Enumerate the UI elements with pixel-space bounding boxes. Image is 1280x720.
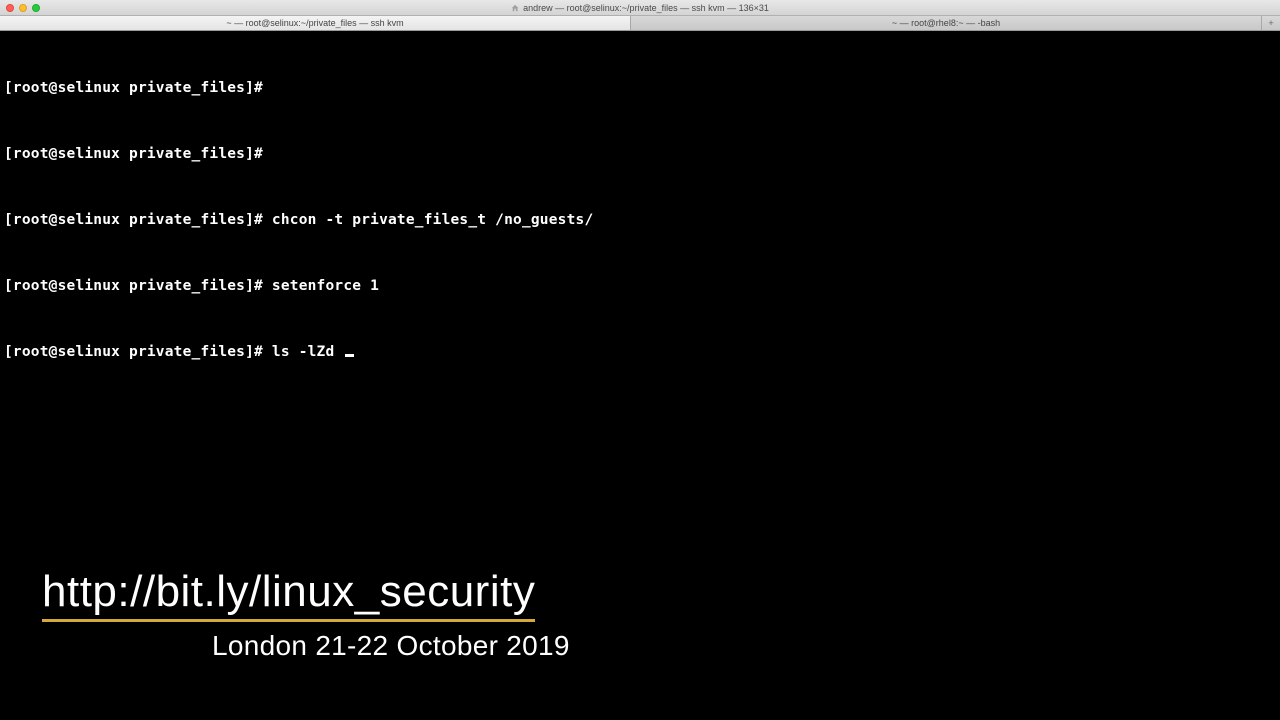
close-icon[interactable] <box>6 4 14 12</box>
terminal-line: [root@selinux private_files]# <box>4 143 1276 165</box>
overlay-subtitle: London 21-22 October 2019 <box>212 630 570 662</box>
overlay-url: http://bit.ly/linux_security <box>42 567 535 622</box>
command: chcon -t private_files_t /no_guests/ <box>272 212 593 228</box>
tab-bash[interactable]: ~ — root@rhel8:~ — -bash <box>631 16 1262 30</box>
terminal-line: [root@selinux private_files]# ls -lZd <box>4 341 1276 363</box>
prompt: [root@selinux private_files]# <box>4 212 263 228</box>
zoom-icon[interactable] <box>32 4 40 12</box>
terminal-line: [root@selinux private_files]# setenforce… <box>4 275 1276 297</box>
command: setenforce 1 <box>272 278 379 294</box>
minimize-icon[interactable] <box>19 4 27 12</box>
window-title-text: andrew — root@selinux:~/private_files — … <box>523 3 769 13</box>
home-icon <box>511 4 519 12</box>
tab-ssh-kvm[interactable]: ~ — root@selinux:~/private_files — ssh k… <box>0 16 631 30</box>
tab-label: ~ — root@selinux:~/private_files — ssh k… <box>226 18 403 28</box>
tab-label: ~ — root@rhel8:~ — -bash <box>892 18 1000 28</box>
terminal-body[interactable]: [root@selinux private_files]# [root@seli… <box>0 31 1280 387</box>
cursor-icon <box>345 354 354 357</box>
command: ls -lZd <box>272 344 343 360</box>
traffic-lights <box>6 4 40 12</box>
terminal-line: [root@selinux private_files]# chcon -t p… <box>4 209 1276 231</box>
tab-bar: ~ — root@selinux:~/private_files — ssh k… <box>0 16 1280 31</box>
window-titlebar: andrew — root@selinux:~/private_files — … <box>0 0 1280 16</box>
prompt: [root@selinux private_files]# <box>4 278 263 294</box>
prompt: [root@selinux private_files]# <box>4 344 263 360</box>
prompt: [root@selinux private_files]# <box>4 146 263 162</box>
prompt: [root@selinux private_files]# <box>4 80 263 96</box>
overlay-caption: http://bit.ly/linux_security London 21-2… <box>42 567 570 662</box>
window-title: andrew — root@selinux:~/private_files — … <box>511 3 769 13</box>
terminal-line: [root@selinux private_files]# <box>4 77 1276 99</box>
new-tab-button[interactable]: + <box>1262 16 1280 30</box>
